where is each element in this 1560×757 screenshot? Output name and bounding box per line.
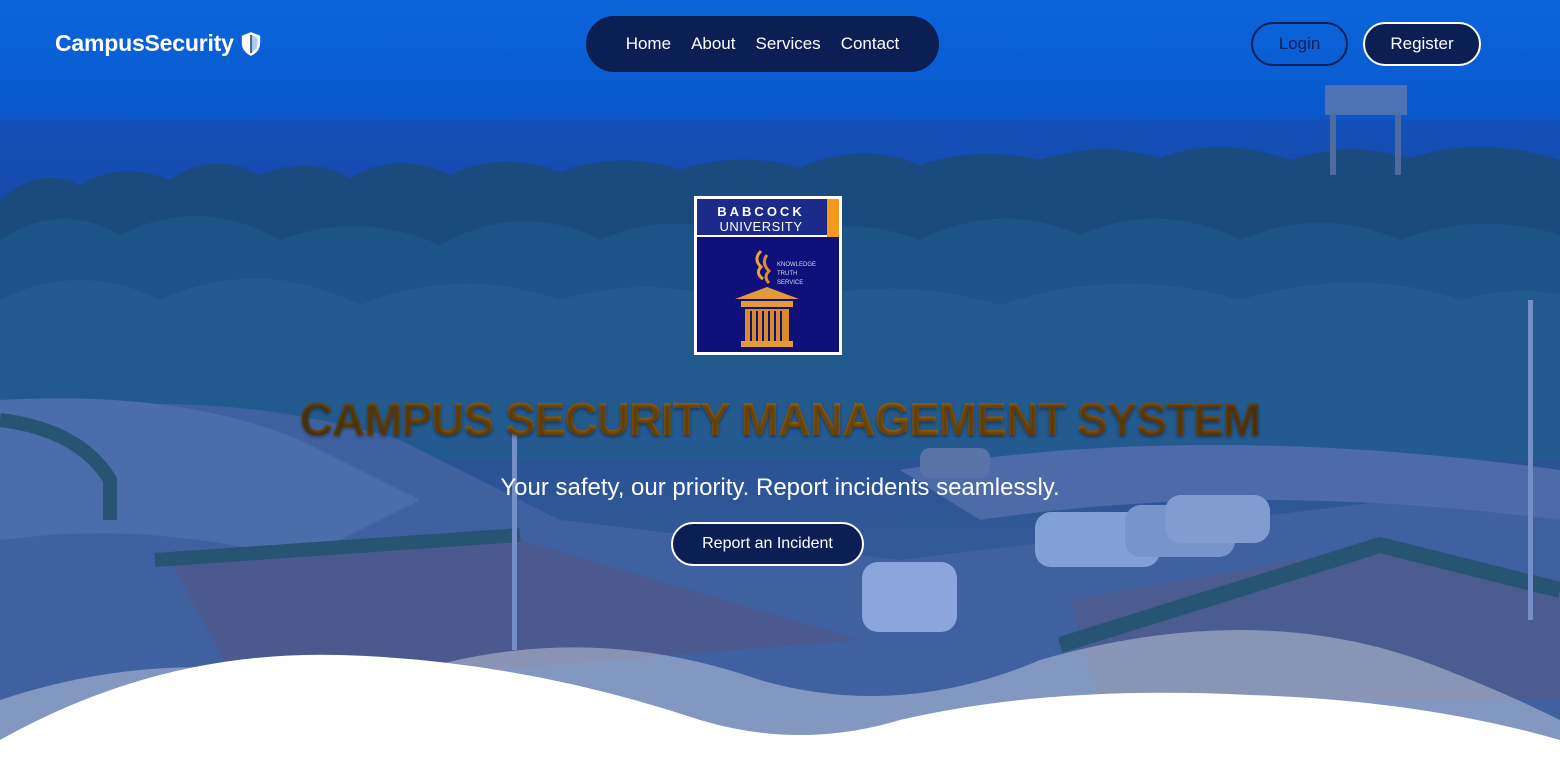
brand-logo[interactable]: CampusSecurity <box>55 30 262 57</box>
motto-word: SERVICE <box>777 280 804 286</box>
nav-item-services[interactable]: Services <box>756 34 821 54</box>
university-logo: BABCOCK UNIVERSITY KNOWLEDGE TRUTH SERVI… <box>694 196 842 355</box>
brand-name: CampusSecurity <box>55 30 234 56</box>
register-button[interactable]: Register <box>1363 22 1481 66</box>
motto-word: TRUTH <box>777 271 798 277</box>
motto-word: KNOWLEDGE <box>777 262 817 268</box>
nav-item-about[interactable]: About <box>691 34 735 54</box>
main-navigation: Home About Services Contact <box>586 16 939 72</box>
logo-line1: BABCOCK <box>717 204 805 219</box>
logo-header: BABCOCK UNIVERSITY <box>697 199 839 237</box>
logo-line2: UNIVERSITY <box>719 219 803 234</box>
logo-corner-accent <box>827 199 839 237</box>
login-button[interactable]: Login <box>1251 22 1348 66</box>
shield-icon <box>241 31 260 56</box>
report-incident-button[interactable]: Report an Incident <box>671 522 864 566</box>
hero-title: CAMPUS SECURITY MANAGEMENT SYSTEM <box>0 392 1560 446</box>
nav-item-contact[interactable]: Contact <box>841 34 900 54</box>
wave-divider <box>0 630 1560 757</box>
hero-background <box>0 0 1560 757</box>
nav-item-home[interactable]: Home <box>626 34 671 54</box>
logo-body: BABCOCK UNIVERSITY KNOWLEDGE TRUTH SERVI… <box>697 199 839 352</box>
logo-motto: KNOWLEDGE TRUTH SERVICE <box>777 261 816 288</box>
hero-subtitle: Your safety, our priority. Report incide… <box>500 474 1060 501</box>
